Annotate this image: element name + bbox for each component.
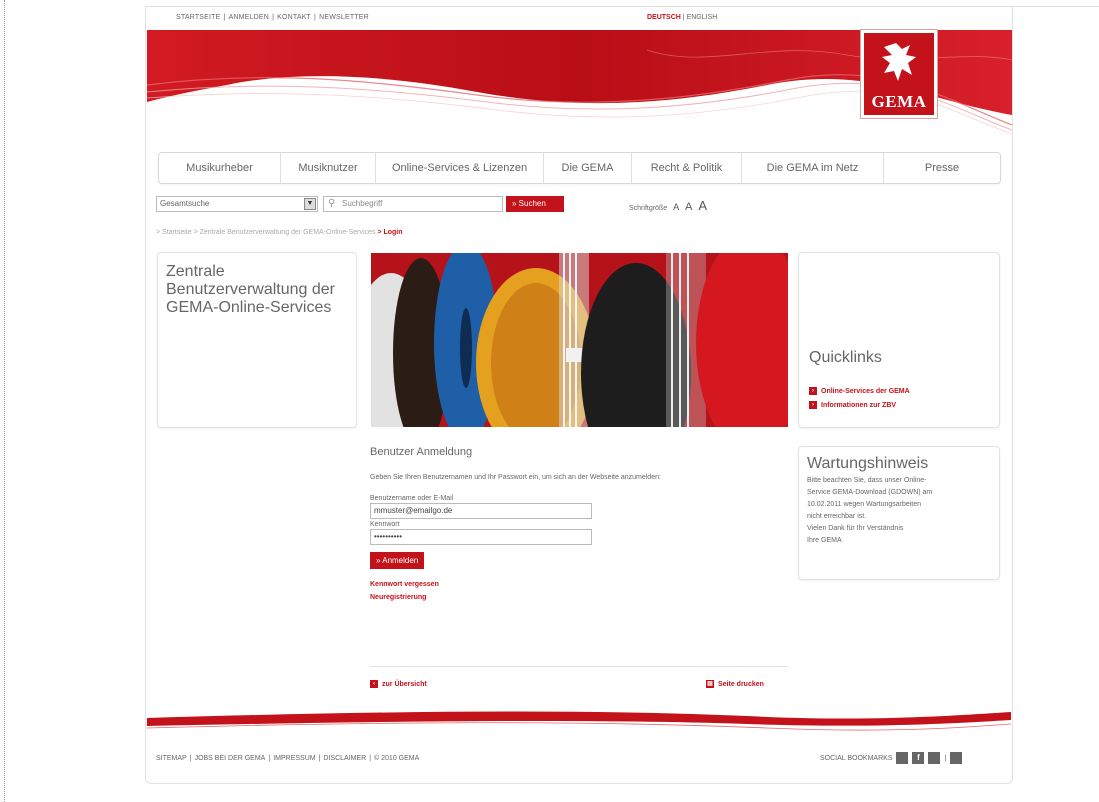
maintenance-line: nicht erreichbar ist. <box>807 513 867 520</box>
facebook-icon[interactable]: f <box>912 752 925 764</box>
back-label: zur Übersicht <box>382 680 427 688</box>
footer-separator: | <box>268 755 271 762</box>
quicklink-label: Online-Services der GEMA <box>821 387 910 395</box>
nav-die-gema[interactable]: Die GEMA <box>544 153 632 183</box>
font-size-label: Schriftgröße <box>629 205 668 212</box>
footer-impressum[interactable]: IMPRESSUM <box>273 755 315 762</box>
font-size-medium[interactable]: A <box>685 201 692 213</box>
bookmark-icon[interactable] <box>928 752 941 764</box>
breadcrumb-zbv[interactable]: > Zentrale Benutzerverwaltung der GEMA-O… <box>194 229 376 236</box>
nav-recht-politik[interactable]: Recht & Politik <box>632 153 742 183</box>
nav-musiknutzer[interactable]: Musiknutzer <box>281 153 376 183</box>
back-to-overview-link[interactable]: ‹ zur Übersicht <box>370 680 427 688</box>
login-form: Benutzer Anmeldung Geben Sie Ihren Benut… <box>370 446 790 601</box>
griffin-icon <box>882 43 916 81</box>
register-link[interactable]: Neuregistrierung <box>370 594 790 601</box>
maintenance-line: 10.02.2011 wegen Wartungsarbeiten <box>807 501 922 508</box>
username-label: Benutzername oder E-Mail <box>370 495 454 502</box>
top-nav-startseite[interactable]: STARTSEITE <box>176 14 221 21</box>
arrow-left-icon: ‹ <box>370 680 378 688</box>
arrow-right-icon: › <box>809 387 817 395</box>
nav-presse[interactable]: Presse <box>884 153 1000 183</box>
lang-separator: | <box>682 14 685 21</box>
top-nav-separator: | <box>272 14 275 21</box>
font-size-control: Schriftgröße A A A <box>629 198 707 213</box>
footer-disclaimer[interactable]: DISCLAIMER <box>323 755 366 762</box>
login-button[interactable]: » Anmelden <box>370 552 425 569</box>
login-intro: Geben Sie Ihren Benutzernamen und Ihr Pa… <box>370 474 661 481</box>
search-placeholder: Suchbegriff <box>342 199 383 208</box>
quicklink-zbv-info[interactable]: › Informationen zur ZBV <box>809 401 896 409</box>
login-title: Benutzer Anmeldung <box>370 446 473 458</box>
forgot-password-link[interactable]: Kennwort vergessen <box>370 581 790 588</box>
footer-separator: | <box>369 755 372 762</box>
search-icon: ⚲ <box>328 198 336 209</box>
breadcrumb-startseite[interactable]: > Startseite <box>156 229 192 236</box>
language-nav: DEUTSCH | ENGLISH <box>647 14 717 21</box>
maintenance-line: Vielen Dank für Ihr Verständnis <box>807 525 904 532</box>
hero-image-guitars <box>371 253 788 427</box>
lang-deutsch[interactable]: DEUTSCH <box>647 14 681 21</box>
share-icon[interactable] <box>950 752 963 764</box>
footer-copyright: © 2010 GEMA <box>374 755 420 762</box>
quicklinks-box: Quicklinks › Online-Services der GEMA › In… <box>798 252 1000 428</box>
footer-jobs[interactable]: JOBS BEI DER GEMA <box>195 755 266 762</box>
dropdown-arrow-icon[interactable]: ▼ <box>304 198 316 210</box>
quicklink-label: Informationen zur ZBV <box>821 401 897 409</box>
print-page-link[interactable]: ▤ Seite drucken <box>706 680 764 688</box>
top-nav-anmelden[interactable]: ANMELDEN <box>229 14 270 21</box>
lang-english[interactable]: ENGLISH <box>687 14 718 21</box>
social-label: SOCIAL BOOKMARKS <box>820 754 893 762</box>
print-label: Seite drucken <box>718 680 764 688</box>
section-title-box: Zentrale Benutzerverwaltung der GEMA-Onl… <box>157 252 357 428</box>
footer-wave-graphic <box>147 711 1011 731</box>
breadcrumb-current: > Login <box>377 229 403 236</box>
password-field[interactable]: •••••••••• <box>370 529 592 545</box>
font-size-small[interactable]: A <box>673 202 679 212</box>
search-scope-select[interactable]: Gesamtsuche ▼ <box>156 196 318 212</box>
top-nav-separator: | <box>314 14 317 21</box>
maintenance-title: Wartungshinweis <box>807 455 929 472</box>
font-size-large[interactable]: A <box>698 198 707 213</box>
quicklink-online-services[interactable]: › Online-Services der GEMA <box>809 387 910 395</box>
nav-online-services[interactable]: Online-Services & Lizenzen <box>376 153 544 183</box>
delicious-icon[interactable] <box>896 752 909 764</box>
footer-separator: | <box>189 755 192 762</box>
search-input[interactable]: ⚲ Suchbegriff <box>323 196 503 212</box>
guitars-illustration <box>371 253 788 427</box>
nav-musikurheber[interactable]: Musikurheber <box>159 153 281 183</box>
main-nav: Musikurheber Musiknutzer Online-Services… <box>158 152 1001 184</box>
maintenance-line: Bitte beachten Sie, dass unser Online- <box>807 477 927 484</box>
footer-separator: | <box>318 755 321 762</box>
maintenance-line: Ihre GEMA <box>807 537 842 544</box>
social-separator: | <box>944 754 947 762</box>
social-bookmarks: SOCIAL BOOKMARKS f | <box>820 752 963 764</box>
top-nav-kontakt[interactable]: KONTAKT <box>277 14 311 21</box>
breadcrumb: > Startseite > Zentrale Benutzerverwaltu… <box>156 229 403 236</box>
gema-logo[interactable]: GEMA <box>861 30 937 118</box>
page-edge-guide <box>4 0 5 802</box>
password-label: Kennwort <box>370 521 400 528</box>
nav-die-gema-im-netz[interactable]: Die GEMA im Netz <box>742 153 884 183</box>
footer-nav: SITEMAP | JOBS BEI DER GEMA | IMPRESSUM | DISC… <box>156 755 419 762</box>
maintenance-line: Service GEMA-Download (GDOWN) am <box>807 489 933 496</box>
search-button[interactable]: » Suchen <box>506 196 564 212</box>
top-nav-separator: | <box>223 14 226 21</box>
search-scope-value: Gesamtsuche <box>160 199 210 208</box>
maintenance-notice-box: Wartungshinweis Bitte beachten Sie, dass… <box>798 446 1000 580</box>
arrow-right-icon: › <box>809 401 817 409</box>
section-title: Zentrale Benutzerverwaltung der GEMA-Onl… <box>166 263 335 316</box>
logo-text: GEMA <box>871 92 927 111</box>
footer-sitemap[interactable]: SITEMAP <box>156 755 187 762</box>
username-field[interactable]: mmuster@emailgo.de <box>370 503 592 519</box>
top-nav: STARTSEITE | ANMELDEN | KONTAKT | NEWSLETTER <box>176 14 369 21</box>
quicklinks-title: Quicklinks <box>809 349 882 366</box>
printer-icon: ▤ <box>706 680 714 688</box>
top-nav-newsletter[interactable]: NEWSLETTER <box>319 14 369 21</box>
content-divider <box>370 666 788 667</box>
